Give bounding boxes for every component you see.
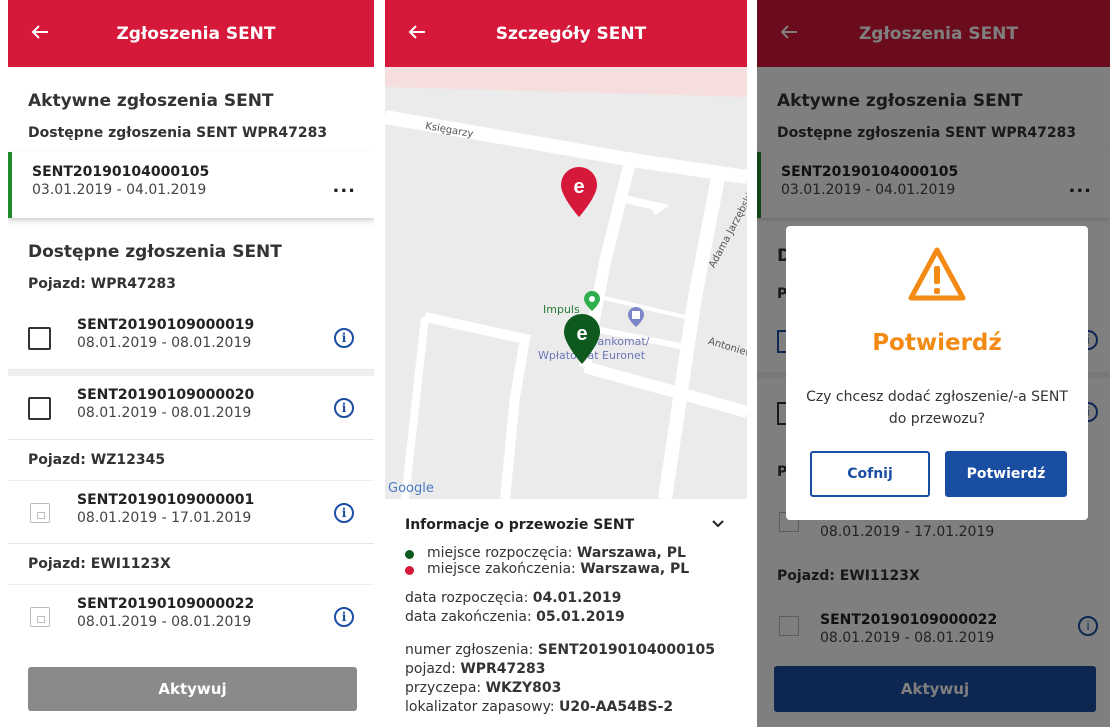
screen-sent-details: Szczegóły SENT Księgarzy Adama Jarzębski… (385, 0, 747, 727)
activate-button[interactable]: Aktywuj (28, 667, 357, 711)
vehicle-header: Pojazd: WZ12345 (28, 452, 166, 468)
sent-code: SENT20190109000020 (77, 387, 255, 403)
green-dot-icon (405, 550, 414, 559)
back-arrow-icon[interactable] (405, 20, 429, 44)
sent-dates: 08.01.2019 - 08.01.2019 (77, 614, 252, 630)
poi-pin-icon (584, 291, 600, 311)
sent-dates: 03.01.2019 - 04.01.2019 (32, 182, 207, 198)
dialog-message: Czy chcesz dodać zgłoszenie/-a SENT do p… (806, 389, 1068, 427)
transport-info-panel: Informacje o przewozie SENT miejsce rozp… (385, 499, 747, 727)
confirm-dialog: Potwierdź Czy chcesz dodać zgłoszenie/-a… (786, 226, 1088, 520)
sent-dates: 08.01.2019 - 08.01.2019 (77, 405, 252, 421)
end-date: data zakończenia: 05.01.2019 (405, 609, 625, 625)
active-subheader: Dostępne zgłoszenia SENT WPR47283 (28, 125, 328, 141)
screen-sent-list: Zgłoszenia SENT Aktywne zgłoszenia SENT … (8, 0, 374, 727)
sent-row[interactable]: SENT20190109000020 08.01.2019 - 08.01.20… (8, 370, 374, 440)
end-location: miejsce zakończenia: Warszawa, PL (405, 561, 727, 577)
vehicle-header: Pojazd: EWI1123X (28, 556, 171, 572)
red-dot-icon (405, 566, 414, 575)
confirm-button[interactable]: Potwierdź (945, 451, 1067, 497)
start-location: miejsce rozpoczęcia: Warszawa, PL (405, 545, 727, 561)
lock-icon (30, 503, 50, 523)
info-icon[interactable]: i (334, 398, 354, 418)
end-location-pin-icon[interactable]: e (561, 167, 597, 217)
back-arrow-icon[interactable] (28, 20, 52, 44)
sent-code: SENT20190109000001 (77, 492, 255, 508)
sent-row-locked[interactable]: SENT20190109000022 08.01.2019 - 08.01.20… (8, 584, 374, 648)
active-header: Aktywne zgłoszenia SENT (28, 91, 274, 111)
sent-row-locked[interactable]: SENT20190109000001 08.01.2019 - 17.01.20… (8, 480, 374, 544)
screen-confirm-dialog: Zgłoszenia SENT Aktywne zgłoszenia SENT … (757, 0, 1110, 727)
checkbox[interactable] (28, 397, 51, 420)
more-options-icon[interactable]: ... (332, 176, 356, 197)
chevron-down-icon[interactable] (711, 517, 725, 531)
map-view[interactable]: Księgarzy Adama Jarzębskiego Antoniewska… (385, 67, 747, 499)
info-icon[interactable]: i (334, 607, 354, 627)
cancel-button[interactable]: Cofnij (810, 451, 930, 497)
available-header: Dostępne zgłoszenia SENT (28, 242, 282, 262)
trailer: przyczepa: WKZY803 (405, 680, 562, 696)
sent-number: numer zgłoszenia: SENT20190104000105 (405, 642, 716, 658)
info-icon[interactable]: i (334, 503, 354, 523)
page-title: Szczegóły SENT (495, 23, 647, 44)
checkbox[interactable] (28, 327, 51, 350)
dialog-title: Potwierdź (872, 330, 1002, 356)
sent-code: SENT20190109000019 (77, 317, 255, 333)
start-location-pin-icon[interactable]: e (564, 314, 600, 364)
active-sent-card[interactable]: SENT20190104000105 03.01.2019 - 04.01.20… (8, 152, 374, 218)
start-date: data rozpoczęcia: 04.01.2019 (405, 590, 622, 606)
sent-dates: 08.01.2019 - 17.01.2019 (77, 510, 252, 526)
atm-pin-icon (628, 307, 644, 327)
lock-icon (30, 607, 50, 627)
sent-code: SENT20190104000105 (32, 164, 210, 180)
backup-locator: lokalizator zapasowy: U20-AA54BS-2 (405, 699, 674, 715)
info-title: Informacje o przewozie SENT (405, 517, 635, 533)
app-bar: Zgłoszenia SENT (8, 0, 374, 67)
sent-code: SENT20190109000022 (77, 596, 255, 612)
google-logo: Google (388, 481, 434, 496)
svg-text:e: e (576, 323, 587, 345)
sent-dates: 08.01.2019 - 08.01.2019 (77, 335, 252, 351)
sent-row[interactable]: SENT20190109000019 08.01.2019 - 08.01.20… (8, 306, 374, 370)
app-bar: Szczegóły SENT (385, 0, 747, 67)
warning-icon (908, 247, 966, 301)
vehicle: pojazd: WPR47283 (405, 661, 546, 677)
page-title: Zgłoszenia SENT (116, 23, 276, 44)
info-icon[interactable]: i (334, 328, 354, 348)
vehicle-header: Pojazd: WPR47283 (28, 276, 176, 292)
divider (8, 218, 374, 230)
svg-text:e: e (573, 176, 584, 198)
